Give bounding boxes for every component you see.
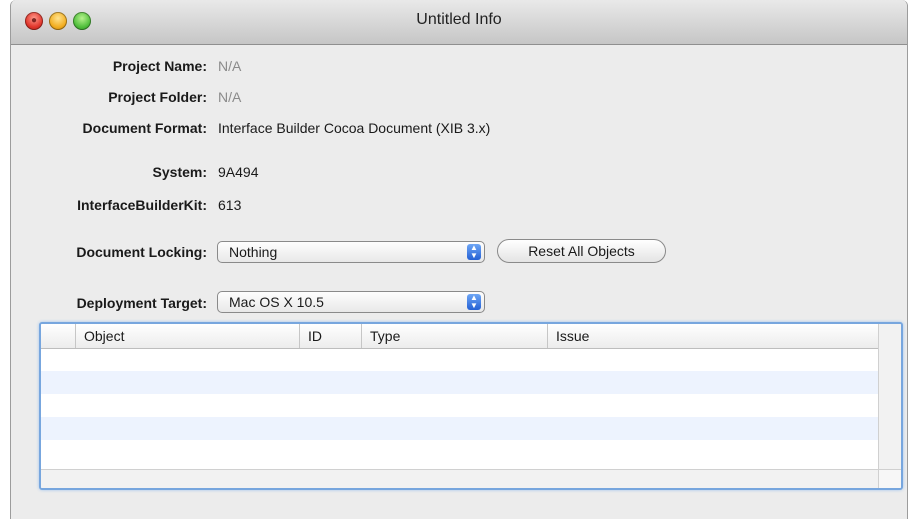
column-header-type[interactable]: Type xyxy=(361,324,547,348)
column-header-id[interactable]: ID xyxy=(299,324,361,348)
deployment-target-selected: Mac OS X 10.5 xyxy=(229,294,324,310)
table-row[interactable] xyxy=(41,348,881,371)
table-row[interactable] xyxy=(41,371,881,394)
column-header-object[interactable]: Object xyxy=(75,324,299,348)
document-locking-popup[interactable]: Nothing ▲ ▼ xyxy=(217,241,485,263)
vertical-scrollbar[interactable] xyxy=(878,324,901,470)
project-name-value: N/A xyxy=(218,58,242,74)
column-header-issue[interactable]: Issue xyxy=(547,324,881,348)
system-label: System: xyxy=(152,164,207,180)
scroll-corner xyxy=(878,469,901,488)
document-locking-selected: Nothing xyxy=(229,244,278,260)
popup-arrows-icon: ▲ ▼ xyxy=(467,244,481,260)
table-header: Object ID Type Issue xyxy=(41,324,881,349)
issues-table[interactable]: Object ID Type Issue xyxy=(39,322,903,490)
ibkit-value: 613 xyxy=(218,197,242,213)
title-bar[interactable]: ● Untitled Info xyxy=(11,0,907,45)
deployment-target-popup[interactable]: Mac OS X 10.5 ▲ ▼ xyxy=(217,291,485,313)
project-folder-label: Project Folder: xyxy=(108,89,207,105)
table-row[interactable] xyxy=(41,417,881,440)
project-name-label: Project Name: xyxy=(112,58,207,74)
info-window: ● Untitled Info Project Name: N/A Projec… xyxy=(10,0,908,519)
project-folder-value: N/A xyxy=(218,89,242,105)
window-title: Untitled Info xyxy=(416,11,502,28)
table-row[interactable] xyxy=(41,440,881,463)
system-value: 9A494 xyxy=(218,164,259,180)
document-locking-label: Document Locking: xyxy=(76,244,207,260)
reset-all-objects-button[interactable]: Reset All Objects xyxy=(497,239,666,263)
table-row[interactable] xyxy=(41,394,881,417)
column-header-blank[interactable] xyxy=(41,324,75,348)
deployment-target-label: Deployment Target: xyxy=(76,295,207,311)
document-format-label: Document Format: xyxy=(82,120,207,136)
ibkit-label: InterfaceBuilderKit: xyxy=(77,197,207,213)
popup-arrows-icon: ▲ ▼ xyxy=(467,294,481,310)
document-format-value: Interface Builder Cocoa Document (XIB 3.… xyxy=(218,120,491,136)
horizontal-scrollbar[interactable] xyxy=(41,469,881,488)
